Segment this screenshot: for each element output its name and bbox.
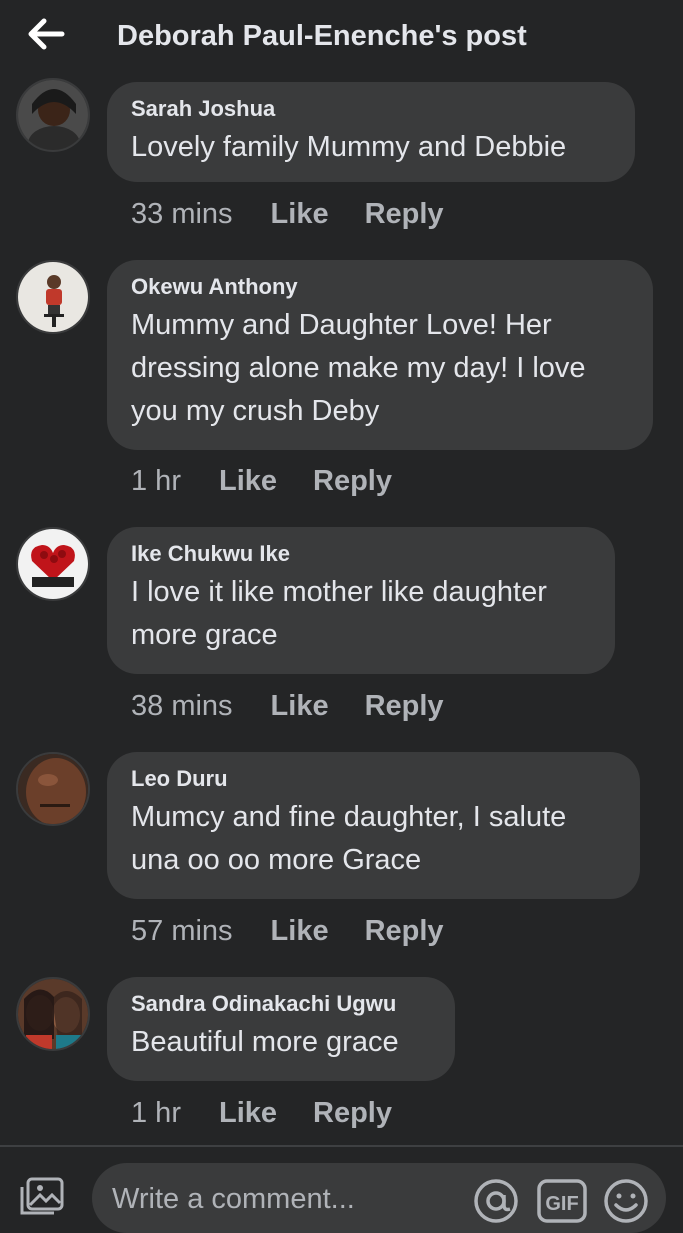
comment-bubble[interactable]: Leo Duru Mumcy and fine daughter, I salu… (107, 752, 640, 899)
top-bar: Deborah Paul-Enenche's post (0, 0, 683, 78)
comment-time[interactable]: 57 mins (131, 915, 233, 948)
arrow-left-icon[interactable] (24, 16, 68, 52)
like-button[interactable]: Like (271, 198, 329, 231)
comment-bubble[interactable]: Okewu Anthony Mummy and Daughter Love! H… (107, 260, 653, 450)
comment-actions: 33 mins Like Reply (131, 198, 444, 231)
like-button[interactable]: Like (219, 1097, 277, 1130)
comment-time[interactable]: 38 mins (131, 690, 233, 723)
comment-actions: 1 hr Like Reply (131, 465, 392, 498)
comment-text: Mumcy and fine daughter, I salute una oo… (131, 801, 567, 876)
reply-button[interactable]: Reply (313, 1097, 392, 1130)
gif-icon[interactable]: GIF (536, 1177, 588, 1225)
comment-text: Beautiful more grace (131, 1026, 399, 1058)
comment-time[interactable]: 1 hr (131, 465, 181, 498)
comment-actions: 38 mins Like Reply (131, 690, 444, 723)
avatar[interactable] (16, 78, 90, 152)
comment-author[interactable]: Sarah Joshua (131, 96, 611, 122)
photo-icon[interactable] (20, 1175, 68, 1215)
reply-button[interactable]: Reply (365, 690, 444, 723)
like-button[interactable]: Like (271, 690, 329, 723)
comment-text: I love it like mother like daughter more… (131, 576, 547, 651)
comment-composer: Write a comment... GIF (0, 1147, 683, 1233)
page-title: Deborah Paul-Enenche's post (117, 20, 527, 52)
comment-author[interactable]: Okewu Anthony (131, 274, 629, 300)
comment-text: Lovely family Mummy and Debbie (131, 131, 567, 163)
comment-bubble[interactable]: Ike Chukwu Ike I love it like mother lik… (107, 527, 615, 674)
at-icon[interactable] (472, 1177, 520, 1225)
comment-text: Mummy and Daughter Love! Her dressing al… (131, 309, 586, 427)
comment-time[interactable]: 33 mins (131, 198, 233, 231)
comment-bubble[interactable]: Sarah Joshua Lovely family Mummy and Deb… (107, 82, 635, 182)
avatar[interactable] (16, 260, 90, 334)
comment-time[interactable]: 1 hr (131, 1097, 181, 1130)
emoji-icon[interactable] (602, 1177, 650, 1225)
avatar[interactable] (16, 752, 90, 826)
comment-author[interactable]: Leo Duru (131, 766, 616, 792)
like-button[interactable]: Like (271, 915, 329, 948)
comment-author[interactable]: Sandra Odinakachi Ugwu (131, 991, 431, 1017)
comment-author[interactable]: Ike Chukwu Ike (131, 541, 591, 567)
reply-button[interactable]: Reply (365, 915, 444, 948)
avatar[interactable] (16, 977, 90, 1051)
comment-actions: 57 mins Like Reply (131, 915, 444, 948)
reply-button[interactable]: Reply (313, 465, 392, 498)
comment-bubble[interactable]: Sandra Odinakachi Ugwu Beautiful more gr… (107, 977, 455, 1081)
like-button[interactable]: Like (219, 465, 277, 498)
comment-input-placeholder[interactable]: Write a comment... (112, 1183, 355, 1216)
comment-actions: 1 hr Like Reply (131, 1097, 392, 1130)
comment-input[interactable]: Write a comment... GIF (92, 1163, 666, 1233)
reply-button[interactable]: Reply (365, 198, 444, 231)
avatar[interactable] (16, 527, 90, 601)
